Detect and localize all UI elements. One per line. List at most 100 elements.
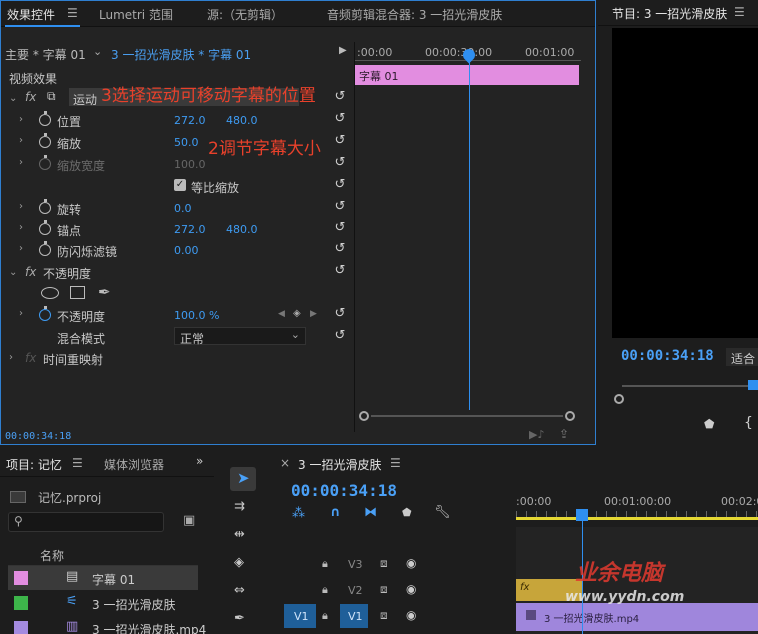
track-select-icon[interactable]: ⇉ bbox=[234, 499, 245, 514]
label-color-swatch[interactable] bbox=[14, 571, 28, 585]
sync-lock-icon[interactable]: ⧈ bbox=[380, 582, 388, 597]
column-name-header[interactable]: 名称 bbox=[40, 547, 64, 564]
expand-arrow-icon[interactable]: › bbox=[19, 114, 23, 125]
reset-icon[interactable]: ↺ bbox=[333, 178, 347, 192]
position-x[interactable]: 272.0 bbox=[174, 114, 206, 127]
program-title[interactable]: 节目: 3 一招光滑皮肤 bbox=[612, 5, 727, 22]
opacity-value[interactable]: 100.0 % bbox=[174, 309, 219, 322]
expand-arrow-icon[interactable]: › bbox=[19, 222, 23, 233]
position-y[interactable]: 480.0 bbox=[226, 114, 258, 127]
expand-arrow-icon[interactable]: › bbox=[19, 135, 23, 146]
ec-timecode[interactable]: 00:00:34:18 bbox=[5, 431, 71, 442]
program-timecode[interactable]: 00:00:34:18 bbox=[621, 348, 714, 364]
pen-mask-icon[interactable]: ✒ bbox=[98, 283, 111, 301]
list-item[interactable]: ▥ 3 一招光滑皮肤.mp4 bbox=[8, 616, 214, 634]
fx-icon[interactable]: fx bbox=[25, 265, 36, 279]
tab-effect-controls[interactable]: 效果控件 bbox=[7, 6, 55, 23]
timeline-title[interactable]: 3 一招光滑皮肤 bbox=[298, 456, 381, 473]
lock-icon[interactable]: 🔒︎ bbox=[322, 583, 328, 597]
panel-menu-icon[interactable]: ☰ bbox=[67, 6, 78, 20]
stopwatch-icon[interactable] bbox=[39, 241, 51, 256]
stopwatch-icon[interactable] bbox=[39, 111, 51, 126]
reset-icon[interactable]: ↺ bbox=[333, 90, 347, 104]
fit-select[interactable]: 适合 bbox=[726, 348, 758, 366]
panel-menu-icon[interactable]: ☰ bbox=[390, 456, 401, 470]
reset-icon[interactable]: ↺ bbox=[333, 329, 347, 343]
tab-media-browser[interactable]: 媒体浏览器 bbox=[104, 456, 164, 473]
timeline-ruler[interactable]: :00:00 00:01:00:00 00:02:0 bbox=[516, 493, 758, 523]
sequence-clip-label[interactable]: 3 一招光滑皮肤 * 字幕 01 bbox=[111, 46, 251, 63]
ec-clip-bar[interactable]: 字幕 01 bbox=[355, 65, 579, 85]
panel-menu-icon[interactable]: ☰ bbox=[734, 5, 745, 19]
source-patch-v1[interactable]: V1 bbox=[284, 604, 316, 628]
more-panels-icon[interactable]: » bbox=[196, 454, 203, 468]
program-viewer[interactable] bbox=[612, 28, 758, 338]
pen-icon[interactable]: ✒ bbox=[234, 611, 245, 626]
reset-icon[interactable]: ↺ bbox=[333, 242, 347, 256]
ec-playhead[interactable] bbox=[469, 52, 470, 410]
timeline-playhead-handle[interactable] bbox=[576, 509, 588, 521]
label-color-swatch[interactable] bbox=[14, 596, 28, 610]
program-scrub-bar[interactable] bbox=[612, 380, 758, 404]
reset-icon[interactable]: ↺ bbox=[333, 156, 347, 170]
project-search-input[interactable]: ⚲ bbox=[8, 512, 164, 532]
track-name[interactable]: V3 bbox=[348, 558, 363, 571]
ec-h-scrollbar[interactable] bbox=[359, 411, 575, 421]
chevron-down-icon[interactable]: ⌄ bbox=[93, 45, 102, 58]
uniform-scale-checkbox[interactable]: ✓ bbox=[174, 179, 186, 191]
lock-icon[interactable]: 🔒︎ bbox=[322, 609, 328, 623]
expand-arrow-icon[interactable]: › bbox=[9, 352, 13, 363]
antiflicker-value[interactable]: 0.00 bbox=[174, 244, 199, 257]
play-arrow-icon[interactable]: ▶ bbox=[339, 45, 347, 56]
expand-arrow-icon[interactable]: › bbox=[19, 308, 23, 319]
selection-tool[interactable]: ➤ bbox=[230, 467, 256, 491]
reset-icon[interactable]: ↺ bbox=[333, 221, 347, 235]
eye-icon[interactable]: ◉ bbox=[406, 556, 416, 570]
scale-value[interactable]: 50.0 bbox=[174, 136, 199, 149]
ellipse-mask-icon[interactable] bbox=[41, 287, 59, 299]
panel-menu-icon[interactable]: ☰ bbox=[72, 456, 83, 470]
blend-mode-select[interactable]: 正常 ⌄ bbox=[174, 327, 306, 346]
tab-source[interactable]: 源:（无剪辑） bbox=[207, 6, 283, 23]
slip-icon[interactable]: ⇔ bbox=[234, 583, 245, 598]
scroll-handle-right[interactable] bbox=[565, 411, 575, 421]
sync-lock-icon[interactable]: ⧈ bbox=[380, 608, 388, 623]
export-frame-icon[interactable]: ⇪ bbox=[559, 427, 569, 441]
motion-label[interactable]: 运动 bbox=[73, 91, 97, 108]
reset-icon[interactable]: ↺ bbox=[333, 200, 347, 214]
stopwatch-icon[interactable] bbox=[39, 220, 51, 235]
tab-lumetri-scopes[interactable]: Lumetri 范围 bbox=[99, 6, 173, 23]
add-marker-icon[interactable]: ⬟ bbox=[704, 417, 714, 431]
reset-icon[interactable]: ↺ bbox=[333, 264, 347, 278]
linked-selection-icon[interactable]: ⧓ bbox=[364, 505, 377, 520]
master-clip-label[interactable]: 主要 * 字幕 01 bbox=[5, 46, 86, 63]
scrub-start-handle[interactable] bbox=[614, 394, 624, 404]
close-icon[interactable]: × bbox=[280, 456, 290, 470]
anchor-x[interactable]: 272.0 bbox=[174, 223, 206, 236]
work-area-bar[interactable] bbox=[516, 517, 758, 520]
list-item[interactable]: ▤ 字幕 01 bbox=[8, 566, 198, 590]
add-keyframe-icon[interactable]: ◈ bbox=[293, 308, 301, 319]
timeline-timecode[interactable]: 00:00:34:18 bbox=[291, 481, 397, 500]
new-bin-icon[interactable]: ▣ bbox=[183, 513, 195, 528]
reset-icon[interactable]: ↺ bbox=[333, 112, 347, 126]
chevron-expanded-icon[interactable]: ⌄ bbox=[9, 93, 17, 104]
chevron-expanded-icon[interactable]: ⌄ bbox=[9, 267, 17, 278]
tab-audio-clip-mixer[interactable]: 音频剪辑混合器: 3 一招光滑皮肤 bbox=[327, 6, 502, 23]
eye-icon[interactable]: ◉ bbox=[406, 608, 416, 622]
expand-arrow-icon[interactable]: › bbox=[19, 157, 23, 168]
audio-scrub-icon[interactable]: ▶♪ bbox=[529, 428, 544, 441]
ripple-edit-icon[interactable]: ⇹ bbox=[234, 527, 245, 542]
anchor-y[interactable]: 480.0 bbox=[226, 223, 258, 236]
stopwatch-icon[interactable] bbox=[39, 133, 51, 148]
scroll-handle-left[interactable] bbox=[359, 411, 369, 421]
nest-icon[interactable]: ⁂ bbox=[292, 506, 305, 521]
sync-lock-icon[interactable]: ⧈ bbox=[380, 556, 388, 571]
prev-keyframe-icon[interactable]: ◀ bbox=[278, 309, 285, 319]
list-item[interactable]: ⚟ 3 一招光滑皮肤 bbox=[8, 591, 198, 615]
wrench-icon[interactable]: 🔧︎ bbox=[434, 505, 451, 520]
add-marker-icon[interactable]: ⬟ bbox=[402, 506, 412, 519]
eye-icon[interactable]: ◉ bbox=[406, 582, 416, 596]
mark-in-icon[interactable]: { bbox=[744, 415, 753, 431]
rectangle-mask-icon[interactable] bbox=[70, 286, 85, 299]
